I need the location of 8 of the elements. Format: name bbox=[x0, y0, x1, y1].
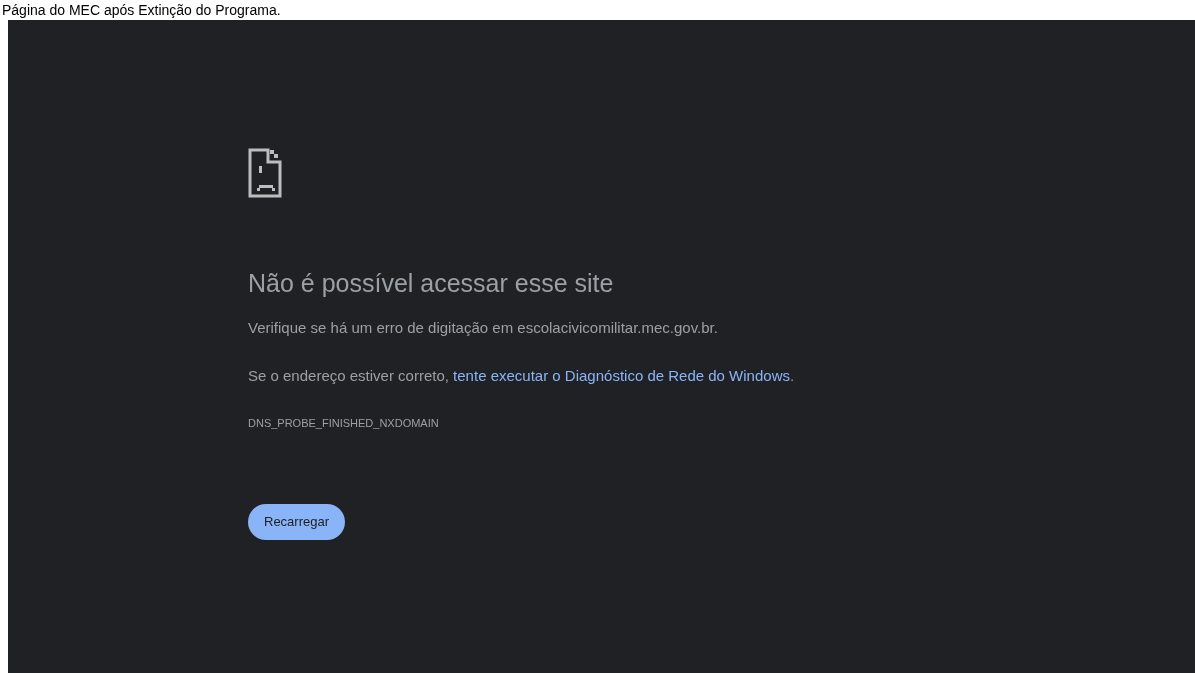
error-title: Não é possível acessar esse site bbox=[248, 268, 615, 299]
reload-button[interactable]: Recarregar bbox=[248, 503, 346, 540]
error-code: DNS_PROBE_FINISHED_NXDOMAIN bbox=[248, 416, 440, 432]
sad-document-icon bbox=[248, 148, 282, 198]
suggestion-text: Se o endereço estiver correto, tente executar o Diagnóstico de Rede do Windows. bbox=[248, 365, 796, 386]
caption: Página do MEC após Extinção do Programa. bbox=[2, 3, 281, 17]
diagnostics-link[interactable]: tente executar o Diagnóstico de Rede do Windows bbox=[453, 366, 790, 384]
error-message: Verifique se há um erro de digitação em escolacivicomilitar.mec.gov.br. bbox=[248, 318, 719, 339]
